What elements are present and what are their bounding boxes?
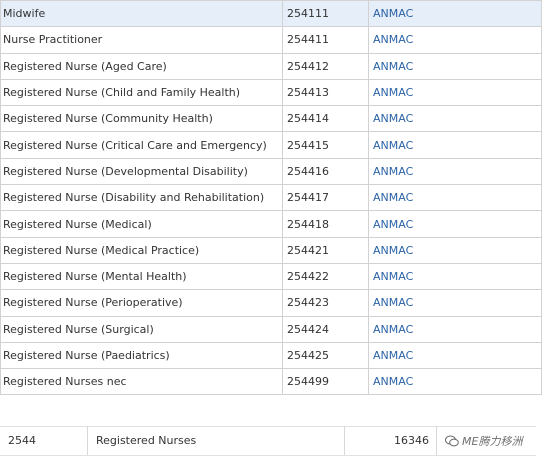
anzsco-code: 254413 — [282, 78, 369, 107]
occupation-title: Registered Nurse (Aged Care) — [0, 52, 283, 80]
assessing-authority-link[interactable]: ANMAC — [368, 184, 542, 212]
assessing-authority-link[interactable]: ANMAC — [368, 0, 542, 28]
anzsco-code: 254415 — [282, 131, 369, 159]
table-row: Registered Nurse (Child and Family Healt… — [0, 78, 542, 107]
table-row: Registered Nurse (Developmental Disabili… — [0, 157, 542, 186]
occupation-title: Registered Nurse (Community Health) — [0, 105, 283, 133]
anzsco-code: 254418 — [282, 210, 369, 238]
table-row: Midwife 254111 ANMAC — [0, 0, 542, 28]
summary-divider — [436, 426, 437, 456]
summary-divider — [344, 426, 345, 456]
assessing-authority-link[interactable]: ANMAC — [368, 105, 542, 133]
occupation-title: Registered Nurse (Critical Care and Emer… — [0, 131, 283, 159]
table-row: Registered Nurses nec 254499 ANMAC — [0, 368, 542, 396]
assessing-authority-link[interactable]: ANMAC — [368, 52, 542, 80]
anzsco-code: 254425 — [282, 341, 369, 370]
table-row: Registered Nurse (Paediatrics) 254425 ANMA… — [0, 341, 542, 370]
occupation-title: Midwife — [0, 0, 283, 28]
occupation-table: Midwife 254111 ANMAC Nurse Practitioner 2544… — [0, 0, 542, 396]
summary-count: 16346 — [394, 434, 429, 447]
assessing-authority-link[interactable]: ANMAC — [368, 315, 542, 343]
occupation-title: Registered Nurse (Surgical) — [0, 315, 283, 343]
occupation-title: Registered Nurse (Developmental Disabili… — [0, 157, 283, 186]
anzsco-code: 254417 — [282, 184, 369, 212]
occupation-title: Registered Nurse (Disability and Rehabil… — [0, 184, 283, 212]
table-row: Nurse Practitioner 254411 ANMAC — [0, 26, 542, 54]
occupation-table-body: Midwife 254111 ANMAC Nurse Practitioner 2544… — [0, 0, 542, 396]
table-row: Registered Nurse (Surgical) 254424 ANMAC — [0, 315, 542, 343]
summary-group-code: 2544 — [8, 434, 36, 447]
assessing-authority-link[interactable]: ANMAC — [368, 210, 542, 238]
occupation-title: Registered Nurses nec — [0, 368, 283, 396]
occupation-title: Registered Nurse (Child and Family Healt… — [0, 78, 283, 107]
assessing-authority-link[interactable]: ANMAC — [368, 236, 542, 264]
occupation-title: Registered Nurse (Paediatrics) — [0, 341, 283, 370]
watermark-text: ME腾力移洲 — [462, 435, 523, 448]
watermark: ME腾力移洲 — [445, 426, 522, 456]
anzsco-code: 254416 — [282, 157, 369, 186]
table-row: Registered Nurse (Community Health) 25441… — [0, 105, 542, 133]
table-row: Registered Nurse (Medical) 254418 ANMAC — [0, 210, 542, 238]
summary-divider — [87, 426, 88, 456]
occupation-title: Registered Nurse (Medical Practice) — [0, 236, 283, 264]
anzsco-code: 254414 — [282, 105, 369, 133]
assessing-authority-link[interactable]: ANMAC — [368, 341, 542, 370]
anzsco-code: 254421 — [282, 236, 369, 264]
anzsco-code: 254411 — [282, 26, 369, 54]
assessing-authority-link[interactable]: ANMAC — [368, 26, 542, 54]
assessing-authority-link[interactable]: ANMAC — [368, 368, 542, 396]
anzsco-code: 254412 — [282, 52, 369, 80]
assessing-authority-link[interactable]: ANMAC — [368, 289, 542, 317]
anzsco-code: 254423 — [282, 289, 369, 317]
occupation-title: Registered Nurse (Perioperative) — [0, 289, 283, 317]
table-row: Registered Nurse (Mental Health) 254422 AN… — [0, 262, 542, 291]
occupation-title: Registered Nurse (Medical) — [0, 210, 283, 238]
anzsco-code: 254499 — [282, 368, 369, 396]
assessing-authority-link[interactable]: ANMAC — [368, 131, 542, 159]
assessing-authority-link[interactable]: ANMAC — [368, 262, 542, 291]
table-row: Registered Nurse (Medical Practice) 25442… — [0, 236, 542, 264]
table-row: Registered Nurse (Disability and Rehabil… — [0, 184, 542, 212]
assessing-authority-link[interactable]: ANMAC — [368, 157, 542, 186]
summary-group-name: Registered Nurses — [96, 434, 197, 447]
table-row: Registered Nurse (Perioperative) 254423 AN… — [0, 289, 542, 317]
anzsco-code: 254422 — [282, 262, 369, 291]
assessing-authority-link[interactable]: ANMAC — [368, 78, 542, 107]
wechat-icon — [445, 435, 459, 447]
table-row: Registered Nurse (Aged Care) 254412 ANMAC — [0, 52, 542, 80]
anzsco-code: 254424 — [282, 315, 369, 343]
table-row: Registered Nurse (Critical Care and Emer… — [0, 131, 542, 159]
anzsco-code: 254111 — [282, 0, 369, 28]
occupation-title: Registered Nurse (Mental Health) — [0, 262, 283, 291]
occupation-title: Nurse Practitioner — [0, 26, 283, 54]
